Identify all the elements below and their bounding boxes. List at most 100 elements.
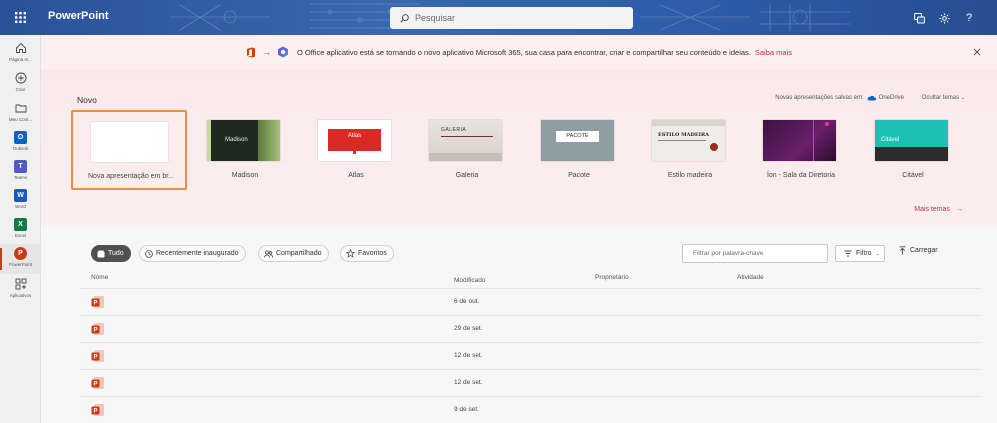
chip-label: Recentemente inaugurado bbox=[156, 250, 239, 257]
close-banner-icon[interactable] bbox=[971, 46, 983, 58]
rail-item-excel[interactable]: X Excel bbox=[0, 215, 41, 245]
star-icon bbox=[346, 249, 355, 258]
hide-themes-label: Ocultar temas bbox=[921, 95, 960, 101]
microsoft365-logo-icon bbox=[278, 46, 288, 58]
settings-button[interactable] bbox=[935, 9, 953, 27]
gear-icon bbox=[938, 12, 950, 24]
thumbnail-title: GALERIA bbox=[441, 127, 467, 133]
excel-icon: X bbox=[14, 217, 27, 231]
modified-date: 9 de set. bbox=[454, 406, 479, 413]
filter-dropdown-button[interactable]: Filtro ⌄ bbox=[835, 245, 885, 262]
arrow-right-icon: → bbox=[956, 206, 963, 213]
svg-text:P: P bbox=[93, 301, 97, 307]
rail-item-teams[interactable]: T Teams bbox=[0, 157, 41, 187]
filter-chip-recently-opened[interactable]: Recentemente inaugurado bbox=[139, 245, 246, 262]
rail-item-apps[interactable]: Aplicativos bbox=[0, 275, 41, 305]
chip-label: Compartilhado bbox=[276, 250, 322, 257]
modified-date: 6 de out. bbox=[454, 298, 480, 305]
table-row[interactable]: P 9 de set. bbox=[81, 396, 981, 423]
thumbnail-title: ESTILO MADEIRA bbox=[658, 132, 710, 138]
onedrive-icon bbox=[867, 95, 876, 101]
template-estilo-madeira[interactable]: ESTILO MADEIRA Estilo madeira bbox=[632, 120, 748, 190]
upload-icon bbox=[899, 246, 906, 255]
filter-chip-all[interactable]: Tudo bbox=[91, 245, 131, 262]
table-row[interactable]: P 29 de set. bbox=[81, 315, 981, 342]
svg-text:P: P bbox=[93, 409, 97, 415]
template-thumbnail: ESTILO MADEIRA bbox=[652, 120, 725, 161]
clock-icon bbox=[145, 249, 153, 258]
powerpoint-file-icon: P bbox=[91, 296, 104, 308]
thumbnail-title: Madison bbox=[225, 137, 248, 143]
banner-message: O Office aplicativo está se tornando o n… bbox=[297, 47, 751, 57]
keyword-filter-input[interactable] bbox=[682, 244, 828, 263]
waffle-icon bbox=[14, 12, 26, 23]
files-icon bbox=[97, 250, 105, 257]
column-header-owner[interactable]: Proprietário bbox=[595, 274, 629, 281]
learn-more-link[interactable]: Saiba mais bbox=[755, 48, 792, 57]
template-pacote[interactable]: PACOTE Pacote bbox=[521, 120, 637, 190]
filter-chip-favorites[interactable]: Favoritos bbox=[340, 245, 394, 262]
arrow-right-icon: → bbox=[262, 47, 271, 57]
office-logo-icon bbox=[247, 47, 255, 57]
rail-item-my-content[interactable]: Meu Cont... bbox=[0, 99, 41, 129]
column-header-activity[interactable]: Atividade bbox=[737, 274, 764, 281]
template-thumbnail bbox=[763, 120, 836, 161]
table-row[interactable]: P 6 de out. bbox=[81, 288, 981, 315]
chevron-down-icon: ⌄ bbox=[960, 95, 965, 101]
template-thumbnail: Atlas bbox=[318, 120, 391, 161]
filter-chip-shared[interactable]: Compartilhado bbox=[258, 245, 329, 262]
rail-item-label: Aplicativos bbox=[9, 293, 32, 298]
template-thumbnail bbox=[91, 122, 168, 162]
filter-label: Filtro bbox=[856, 250, 872, 257]
thumbnail-title: Citável bbox=[881, 137, 900, 143]
word-icon: W bbox=[14, 188, 27, 202]
rail-item-powerpoint[interactable]: P PowerPoint bbox=[0, 244, 41, 274]
rail-item-outlook[interactable]: O Outlook bbox=[0, 128, 41, 158]
app-title[interactable]: PowerPoint bbox=[48, 10, 109, 22]
template-galeria[interactable]: GALERIA Galeria bbox=[409, 120, 525, 190]
filter-icon bbox=[844, 250, 852, 257]
rail-item-home[interactable]: Página In... bbox=[0, 39, 41, 69]
left-rail: Página In... Criar Meu Cont... O Outlook… bbox=[0, 35, 41, 423]
more-themes-link[interactable]: Mais temas → bbox=[914, 206, 963, 213]
table-row[interactable]: P 12 de set. bbox=[81, 369, 981, 396]
save-location-note: Novas apresentações salvas em: OneDrive bbox=[775, 95, 904, 101]
powerpoint-file-icon: P bbox=[91, 350, 104, 362]
template-ion-sala-da-diretoria[interactable]: Íon - Sala da Diretoria bbox=[743, 120, 859, 190]
search-input[interactable] bbox=[415, 13, 615, 23]
template-thumbnail: Citável bbox=[875, 120, 948, 161]
template-thumbnail: GALERIA bbox=[429, 120, 502, 161]
rail-item-word[interactable]: W Word bbox=[0, 186, 41, 216]
help-button[interactable]: ? bbox=[960, 9, 978, 27]
template-name: Nova apresentação em br... bbox=[88, 173, 174, 180]
rail-item-label: Word bbox=[15, 204, 26, 209]
feedback-button[interactable] bbox=[910, 9, 928, 27]
hide-themes-button[interactable]: Ocultar temas ⌄ bbox=[922, 95, 965, 101]
teams-icon: T bbox=[14, 159, 27, 173]
rail-item-create[interactable]: Criar bbox=[0, 69, 41, 99]
column-header-name[interactable]: Nome bbox=[91, 274, 108, 281]
powerpoint-icon: P bbox=[14, 246, 27, 260]
table-row[interactable]: P 12 de set. bbox=[81, 342, 981, 369]
search-box[interactable] bbox=[390, 7, 633, 29]
files-section: Tudo Recentemente inaugurado Compartilha… bbox=[41, 227, 997, 423]
template-name: Madison bbox=[231, 172, 259, 179]
new-presentation-section: Novo Novas apresentações salvas em: OneD… bbox=[41, 69, 997, 227]
template-atlas[interactable]: Atlas Atlas bbox=[298, 120, 414, 190]
rail-item-label: Criar bbox=[15, 87, 26, 92]
search-icon bbox=[400, 13, 409, 23]
template-name: Galeria bbox=[455, 172, 479, 179]
template-madison[interactable]: Madison Madison bbox=[187, 120, 303, 190]
section-title: Novo bbox=[77, 95, 97, 105]
plus-circle-icon bbox=[14, 71, 28, 85]
onedrive-label[interactable]: OneDrive bbox=[879, 95, 904, 101]
template-thumbnail: PACOTE bbox=[541, 120, 614, 161]
template-citavel[interactable]: Citável Citável bbox=[855, 120, 971, 190]
upload-label: Carregar bbox=[910, 247, 938, 254]
svg-text:P: P bbox=[93, 355, 97, 361]
powerpoint-file-icon: P bbox=[91, 377, 104, 389]
app-launcher-button[interactable] bbox=[0, 0, 40, 35]
template-thumbnail: Madison bbox=[207, 120, 280, 161]
template-blank-presentation[interactable]: Nova apresentação em br... bbox=[71, 110, 187, 190]
upload-button[interactable]: Carregar bbox=[899, 246, 938, 255]
